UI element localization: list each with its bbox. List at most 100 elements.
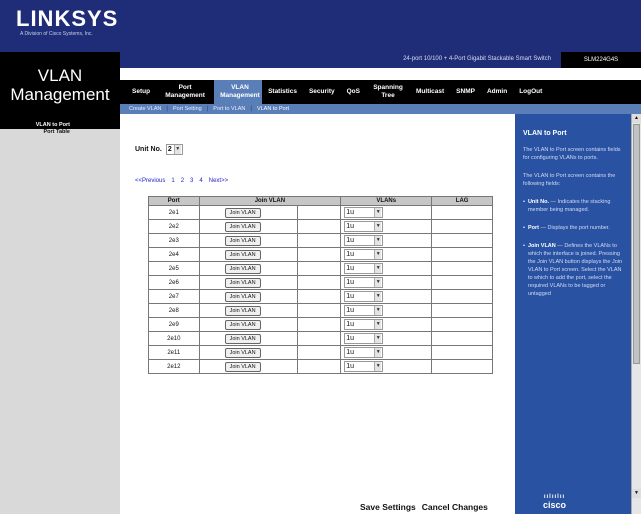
pager-next-link[interactable]: Next>> (209, 178, 228, 184)
cell-divider (296, 276, 298, 289)
vlans-select[interactable]: 1u ▼ (344, 263, 384, 274)
join-vlan-button[interactable]: Join VLAN (224, 334, 261, 345)
cell-divider (296, 234, 298, 247)
join-vlan-button[interactable]: Join VLAN (224, 320, 261, 331)
chevron-down-icon: ▼ (374, 320, 382, 329)
join-vlan-button[interactable]: Join VLAN (224, 222, 261, 233)
table-row: 2e11 Join VLAN 1u ▼ (148, 345, 493, 360)
join-vlan-button[interactable]: Join VLAN (224, 292, 261, 303)
unit-label: Unit No. (135, 146, 162, 153)
help-bullet-port: • Port — Displays the port number. (523, 225, 610, 231)
vlans-cell: 1u ▼ (340, 345, 433, 360)
header-spacer (120, 68, 641, 80)
scroll-up-icon[interactable]: ▲ (632, 114, 641, 123)
join-vlan-button[interactable]: Join VLAN (224, 306, 261, 317)
pager-previous-link[interactable]: <<Previous (135, 178, 165, 184)
footer-actions: Save Settings Cancel Changes (360, 502, 488, 512)
pager: <<Previous 1 2 3 4 Next>> (135, 178, 228, 184)
port-cell: 2e6 (148, 275, 200, 290)
chevron-down-icon: ▼ (374, 362, 382, 371)
help-scrollbar[interactable]: ▲ ▼ (631, 114, 641, 514)
cisco-logo: ıılıılıı cisco (543, 494, 566, 510)
vlans-select[interactable]: 1u ▼ (344, 319, 384, 330)
join-vlan-button[interactable]: Join VLAN (224, 208, 261, 219)
vlans-select[interactable]: 1u ▼ (344, 291, 384, 302)
sidebar-item-port-table[interactable]: Port Table (0, 129, 120, 136)
tab-statistics[interactable]: Statistics (262, 80, 303, 104)
join-vlan-button[interactable]: Join VLAN (224, 250, 261, 261)
cell-divider (296, 290, 298, 303)
tab-security[interactable]: Security (303, 80, 341, 104)
port-cell: 2e3 (148, 233, 200, 248)
join-vlan-button[interactable]: Join VLAN (224, 278, 261, 289)
tab-multicast[interactable]: Multicast (410, 80, 450, 104)
vlans-select[interactable]: 1u ▼ (344, 249, 384, 260)
scroll-down-icon[interactable]: ▼ (632, 489, 641, 498)
subtab-port-to-vlan[interactable]: Port to VLAN (208, 106, 250, 112)
lag-cell (431, 219, 493, 234)
join-vlan-cell: Join VLAN (198, 303, 342, 318)
table-row: 2e7 Join VLAN 1u ▼ (148, 289, 493, 304)
tab-snmp[interactable]: SNMP (450, 80, 481, 104)
tab-qos[interactable]: QoS (341, 80, 366, 104)
tab-spanning-tree[interactable]: Spanning Tree (366, 80, 410, 104)
vlans-cell: 1u ▼ (340, 205, 433, 220)
help-term-unit: Unit No. (527, 199, 550, 205)
vlans-select-value: 1u (346, 349, 355, 356)
main-nav: Setup Port Management VLAN Management St… (120, 80, 641, 104)
tab-setup[interactable]: Setup (126, 80, 156, 104)
table-body: 2e1 Join VLAN 1u ▼ 2e2 Join VLAN 1u ▼ 2e3 Join VL… (148, 205, 493, 374)
join-vlan-button[interactable]: Join VLAN (224, 348, 261, 359)
pager-page-3[interactable]: 3 (190, 178, 193, 184)
table-header-row: Port Join VLAN VLANs LAG (148, 196, 493, 206)
pager-page-1[interactable]: 1 (171, 178, 174, 184)
vlans-select-value: 1u (346, 265, 355, 272)
vlans-select[interactable]: 1u ▼ (344, 305, 384, 316)
tab-admin[interactable]: Admin (481, 80, 513, 104)
vlans-cell: 1u ▼ (340, 317, 433, 332)
vlans-select[interactable]: 1u ▼ (344, 361, 384, 372)
lag-cell (431, 247, 493, 262)
vlans-cell: 1u ▼ (340, 289, 433, 304)
join-vlan-button[interactable]: Join VLAN (224, 362, 261, 373)
help-title: VLAN to Port (523, 130, 567, 137)
page-title-line1: VLAN (37, 66, 83, 85)
join-vlan-button[interactable]: Join VLAN (224, 236, 261, 247)
cancel-changes-button[interactable]: Cancel Changes (422, 502, 488, 512)
table-row: 2e9 Join VLAN 1u ▼ (148, 317, 493, 332)
join-vlan-cell: Join VLAN (198, 359, 342, 374)
chevron-down-icon: ▼ (173, 145, 181, 154)
subtab-port-setting[interactable]: Port Setting (168, 106, 207, 112)
column-header-port: Port (148, 196, 200, 206)
join-vlan-button[interactable]: Join VLAN (224, 264, 261, 275)
vlans-select[interactable]: 1u ▼ (344, 221, 384, 232)
column-header-join-vlan: Join VLAN (198, 196, 342, 206)
scroll-thumb[interactable] (633, 124, 640, 364)
vlans-select[interactable]: 1u ▼ (344, 347, 384, 358)
vlans-select[interactable]: 1u ▼ (344, 207, 384, 218)
tab-vlan-management[interactable]: VLAN Management (214, 80, 263, 104)
unit-select[interactable]: 2 ▼ (165, 144, 183, 155)
subtab-create-vlan[interactable]: Create VLAN (124, 106, 166, 112)
table-row: 2e3 Join VLAN 1u ▼ (148, 233, 493, 248)
table-row: 2e1 Join VLAN 1u ▼ (148, 205, 493, 220)
vlans-select[interactable]: 1u ▼ (344, 235, 384, 246)
help-bullet-unit: • Unit No. — Indicates the stacking memb… (523, 199, 611, 213)
save-settings-button[interactable]: Save Settings (360, 502, 416, 512)
tab-port-management[interactable]: Port Management (156, 80, 214, 104)
vlans-select-value: 1u (346, 363, 355, 370)
lag-cell (431, 317, 493, 332)
tab-logout[interactable]: LogOut (513, 80, 548, 104)
pager-page-2[interactable]: 2 (181, 178, 184, 184)
port-cell: 2e12 (148, 359, 200, 374)
table-row: 2e6 Join VLAN 1u ▼ (148, 275, 493, 290)
lag-cell (431, 289, 493, 304)
join-vlan-cell: Join VLAN (198, 317, 342, 332)
pager-page-4[interactable]: 4 (199, 178, 202, 184)
vlans-select[interactable]: 1u ▼ (344, 277, 384, 288)
vlans-select[interactable]: 1u ▼ (344, 333, 384, 344)
lag-cell (431, 359, 493, 374)
port-cell: 2e10 (148, 331, 200, 346)
sidebar-item-vlan-to-port[interactable]: VLAN to Port (0, 122, 120, 129)
subtab-vlan-to-port[interactable]: VLAN to Port (252, 106, 294, 112)
